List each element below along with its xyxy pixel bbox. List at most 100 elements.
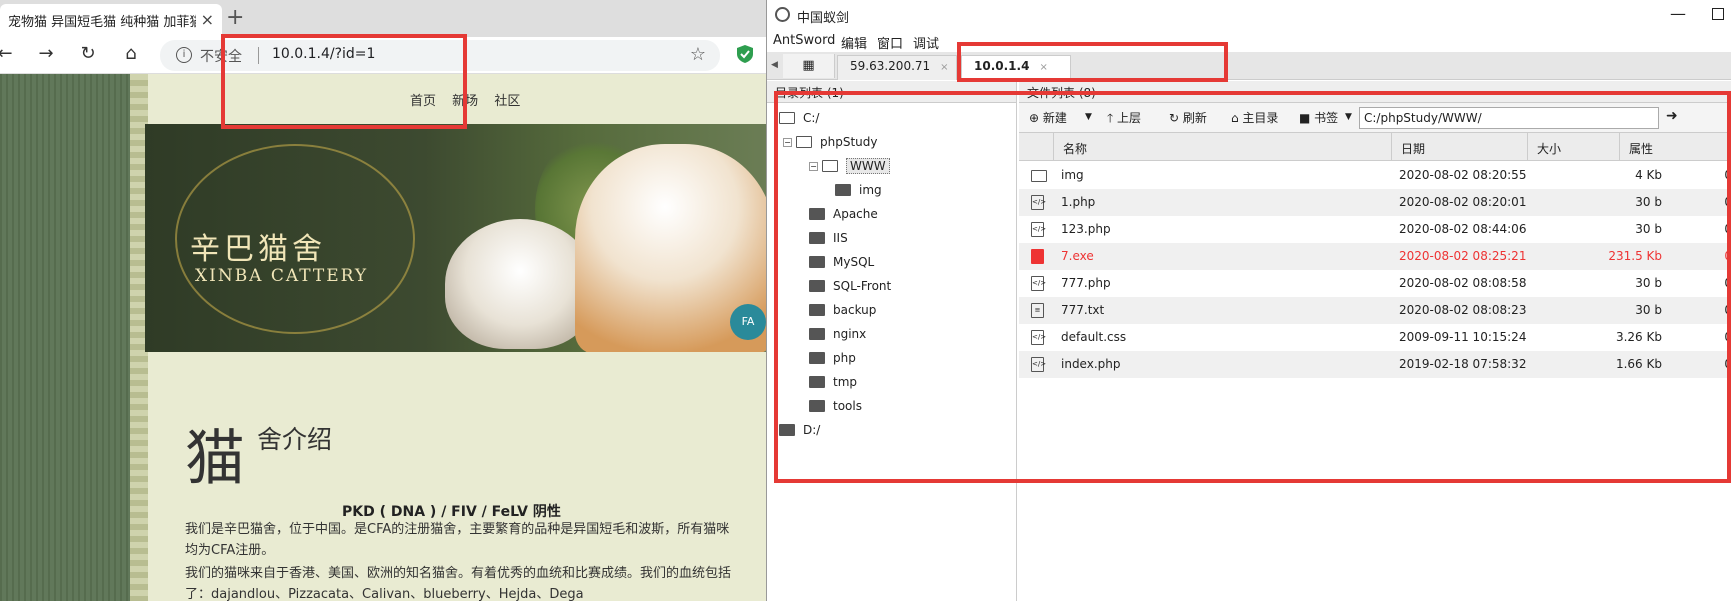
tab-59-63-200-71[interactable]: 59.63.200.71 × bbox=[837, 55, 957, 80]
refresh-button[interactable]: ↻ 刷新 bbox=[1169, 109, 1207, 126]
home-icon[interactable]: ⌂ bbox=[118, 43, 144, 64]
folder-icon bbox=[809, 328, 825, 340]
tree-item[interactable]: D:/ bbox=[779, 419, 820, 441]
nav-link-home[interactable]: 首页 bbox=[410, 94, 436, 109]
up-button[interactable]: 🡑 上层 bbox=[1107, 109, 1141, 130]
tree-item[interactable]: Apache bbox=[809, 203, 878, 225]
address-bar[interactable]: i 不安全 10.0.1.4/?id=1 ☆ bbox=[160, 40, 720, 71]
close-icon[interactable]: × bbox=[1039, 62, 1047, 73]
tree-item[interactable]: SQL-Front bbox=[809, 275, 891, 297]
cfa-logo: FA bbox=[730, 304, 766, 340]
tree-item[interactable]: − WWW bbox=[809, 155, 890, 177]
tree-item-label: tmp bbox=[833, 375, 858, 389]
browser-tab[interactable]: 宠物猫 异国短毛猫 纯种猫 加菲猫 × bbox=[0, 4, 222, 37]
tree-item[interactable]: tools bbox=[809, 395, 862, 417]
info-icon[interactable]: i bbox=[176, 47, 192, 63]
tree-item[interactable]: php bbox=[809, 347, 856, 369]
section-heading-initial: 猫 bbox=[185, 424, 245, 494]
path-input[interactable]: C:/phpStudy/WWW/ bbox=[1359, 107, 1659, 129]
banner-title: 辛巴猫舍 bbox=[190, 232, 326, 267]
folder-icon bbox=[835, 184, 851, 196]
file-attr: 0 bbox=[1724, 303, 1731, 317]
back-icon[interactable]: ← bbox=[0, 43, 18, 64]
file-row[interactable]: </> 123.php 2020-08-02 08:44:06 30 b 0 bbox=[1019, 216, 1731, 243]
menu-window[interactable]: 窗口 bbox=[877, 33, 903, 52]
tree-item[interactable]: C:/ bbox=[779, 107, 819, 129]
tree-item-label: phpStudy bbox=[820, 135, 878, 149]
file-date: 2019-02-18 07:58:32 bbox=[1399, 357, 1527, 371]
column-name[interactable]: 名称 bbox=[1063, 140, 1087, 157]
divider bbox=[1619, 133, 1620, 161]
antsword-window: 中国蚁剑 — AntSword 编辑 窗口 调试 ◀ ▦ 59.63.200.7… bbox=[766, 0, 1731, 601]
file-row[interactable]: ≡ 777.txt 2020-08-02 08:08:23 30 b 0 bbox=[1019, 297, 1731, 324]
menu-antsword[interactable]: AntSword bbox=[773, 33, 835, 48]
nav-link-community[interactable]: 社区 bbox=[494, 94, 520, 109]
tab-strip: ◀ ▦ 59.63.200.71 × 10.0.1.4 × bbox=[767, 52, 1731, 80]
file-date: 2020-08-02 08:44:06 bbox=[1399, 222, 1527, 236]
tree-item[interactable]: nginx bbox=[809, 323, 866, 345]
file-attr: 0 bbox=[1724, 357, 1731, 371]
menu-edit[interactable]: 编辑 bbox=[841, 33, 867, 52]
file-row[interactable]: img 2020-08-02 08:20:55 4 Kb 0 bbox=[1019, 162, 1731, 189]
divider bbox=[258, 47, 259, 64]
forward-icon[interactable]: → bbox=[33, 43, 59, 64]
site-nav: 首页 新场 社区 bbox=[410, 90, 532, 109]
column-attr[interactable]: 属性 bbox=[1629, 140, 1653, 157]
tree-item-label: D:/ bbox=[803, 423, 821, 437]
file-size: 3.26 Kb bbox=[1615, 330, 1662, 344]
tab-10-0-1-4[interactable]: 10.0.1.4 × bbox=[961, 55, 1071, 80]
column-date[interactable]: 日期 bbox=[1401, 140, 1425, 157]
file-panel: 文件列表 (8) ⊕ 新建 ▼ 🡑 上层 ↻ 刷新 ⌂ 主目录 ■ 书签 ▼ C… bbox=[1019, 81, 1731, 601]
code-file-icon: </> bbox=[1031, 195, 1046, 210]
reload-icon[interactable]: ↻ bbox=[75, 43, 101, 64]
new-tab-button[interactable]: + bbox=[226, 5, 244, 30]
file-row[interactable]: </> 1.php 2020-08-02 08:20:01 30 b 0 bbox=[1019, 189, 1731, 216]
code-file-icon: </> bbox=[1031, 276, 1046, 291]
menu-debug[interactable]: 调试 bbox=[913, 33, 939, 52]
tree-item-label: Apache bbox=[833, 207, 878, 221]
file-row[interactable]: </> index.php 2019-02-18 07:58:32 1.66 Kb 0 bbox=[1019, 351, 1731, 378]
browser-toolbar: ← → ↻ ⌂ i 不安全 10.0.1.4/?id=1 ☆ bbox=[0, 37, 766, 74]
tree-item-label: SQL-Front bbox=[833, 279, 892, 293]
tree-item[interactable]: tmp bbox=[809, 371, 857, 393]
new-button[interactable]: ⊕ 新建 bbox=[1029, 109, 1067, 126]
url-text[interactable]: 10.0.1.4/?id=1 bbox=[272, 46, 375, 62]
go-arrow-icon[interactable]: ➜ bbox=[1666, 108, 1678, 124]
tree-item[interactable]: IIS bbox=[809, 227, 848, 249]
intro-paragraph: 我们是辛巴猫舍，位于中国。是CFA的注册猫舍，主要繁育的品种是异国短毛和波斯，所… bbox=[185, 522, 730, 558]
antsword-logo-icon bbox=[775, 7, 790, 22]
column-size[interactable]: 大小 bbox=[1537, 140, 1561, 157]
minimize-button[interactable]: — bbox=[1670, 4, 1686, 23]
tree-item[interactable]: MySQL bbox=[809, 251, 874, 273]
chevron-down-icon[interactable]: ▼ bbox=[1085, 112, 1092, 122]
file-name: img bbox=[1061, 168, 1084, 182]
code-file-icon: </> bbox=[1031, 222, 1046, 237]
shield-icon[interactable] bbox=[736, 44, 754, 64]
file-attr: 0 bbox=[1724, 330, 1731, 344]
file-toolbar: ⊕ 新建 ▼ 🡑 上层 ↻ 刷新 ⌂ 主目录 ■ 书签 ▼ C:/phpStud… bbox=[1019, 103, 1731, 133]
chevron-down-icon[interactable]: ▼ bbox=[1345, 112, 1352, 122]
folder-icon bbox=[809, 352, 825, 364]
file-row[interactable]: </> 777.php 2020-08-02 08:08:58 30 b 0 bbox=[1019, 270, 1731, 297]
file-row[interactable]: </> default.css 2009-09-11 10:15:24 3.26 Kb… bbox=[1019, 324, 1731, 351]
collapse-icon[interactable]: − bbox=[809, 161, 818, 171]
star-icon[interactable]: ☆ bbox=[690, 44, 706, 65]
tree-item-label: img bbox=[859, 183, 882, 197]
tree-item[interactable]: − phpStudy bbox=[783, 131, 878, 153]
tree-item[interactable]: img bbox=[835, 179, 882, 201]
close-icon[interactable]: × bbox=[201, 10, 214, 29]
scroll-left-icon[interactable]: ◀ bbox=[771, 60, 778, 70]
bookmark-button[interactable]: ■ 书签 bbox=[1299, 109, 1338, 126]
home-dir-button[interactable]: ⌂ 主目录 bbox=[1231, 109, 1278, 126]
file-row[interactable]: 7.exe 2020-08-02 08:25:21 231.5 Kb 0 bbox=[1019, 243, 1731, 270]
grid-icon[interactable]: ▦ bbox=[783, 54, 835, 78]
maximize-button[interactable] bbox=[1712, 8, 1724, 20]
file-size: 1.66 Kb bbox=[1615, 357, 1662, 371]
tree-item[interactable]: backup bbox=[809, 299, 876, 321]
collapse-icon[interactable]: − bbox=[783, 137, 792, 147]
window-title: 中国蚁剑 bbox=[797, 11, 850, 26]
folder-icon bbox=[809, 208, 825, 220]
nav-link-new[interactable]: 新场 bbox=[452, 94, 478, 109]
close-icon[interactable]: × bbox=[940, 62, 948, 73]
file-date: 2009-09-11 10:15:24 bbox=[1399, 330, 1527, 344]
